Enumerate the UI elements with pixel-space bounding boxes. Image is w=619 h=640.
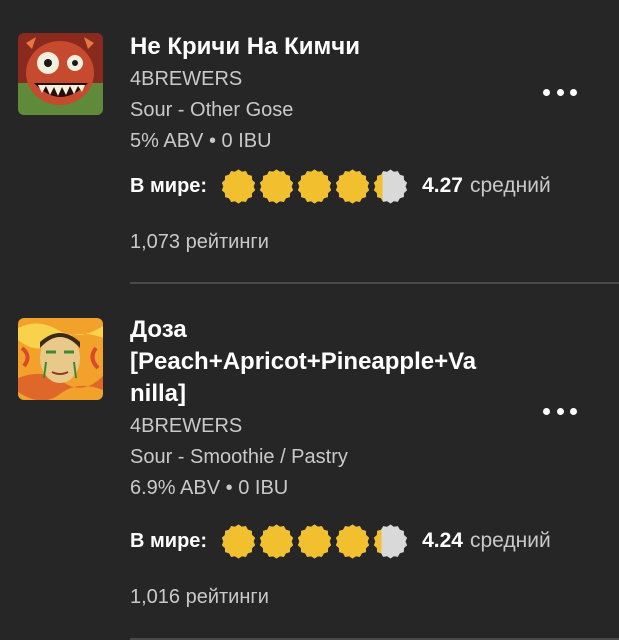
bottle-cap-icon <box>260 168 294 204</box>
ibu-value: 0 IBU <box>238 477 289 499</box>
beer-list-item[interactable]: Не Кричи На Кимчи 4BREWERS Sour - Other … <box>0 0 619 283</box>
rating-word: средний <box>469 174 551 197</box>
rating-caps <box>221 523 408 559</box>
rating-label: В мире: <box>130 529 208 552</box>
beer-name[interactable]: Не Кричи На Кимчи <box>130 31 530 63</box>
more-dots-icon[interactable] <box>543 86 577 98</box>
separator-dot: • <box>208 130 216 152</box>
global-rating: В мире: 4.27 средний <box>130 168 551 204</box>
monster-label-icon <box>18 33 103 115</box>
bottle-cap-icon <box>336 168 370 204</box>
separator-dot: • <box>225 477 233 499</box>
beer-label-thumbnail[interactable] <box>18 318 103 400</box>
brewery-name[interactable]: 4BREWERS <box>130 64 530 95</box>
bottle-cap-icon <box>222 523 256 559</box>
beer-list-item[interactable]: Доза [Peach+Apricot+Pineapple+Va nilla] … <box>0 284 619 640</box>
face-label-icon <box>18 318 103 400</box>
more-dots-icon[interactable] <box>543 405 577 417</box>
rating-score: 4.27 <box>422 174 463 197</box>
rating-label: В мире: <box>130 174 208 197</box>
bottle-cap-icon <box>298 168 332 204</box>
global-rating: В мире: 4.24 средний <box>130 523 551 559</box>
bottle-cap-icon <box>260 523 294 559</box>
ratings-count[interactable]: 1,016 рейтинги <box>130 586 269 609</box>
bottle-cap-icon <box>336 523 370 559</box>
beer-name-line-1: Доза <box>130 316 187 343</box>
ibu-value: 0 IBU <box>221 130 272 152</box>
beer-style: Sour - Other Gose <box>130 99 294 121</box>
abv-value: 5% ABV <box>130 130 204 152</box>
rating-word: средний <box>469 529 551 552</box>
rating-score: 4.24 <box>422 529 463 552</box>
bottle-cap-icon <box>374 523 408 559</box>
abv-ibu: 5% ABV • 0 IBU <box>130 126 530 157</box>
bottle-cap-icon <box>222 168 256 204</box>
abv-ibu: 6.9% ABV • 0 IBU <box>130 473 530 504</box>
bottle-cap-icon <box>374 168 408 204</box>
rating-caps <box>221 168 408 204</box>
bottle-cap-icon <box>298 523 332 559</box>
beer-name-line-3: nilla] <box>130 380 187 407</box>
beer-label-thumbnail[interactable] <box>18 33 103 115</box>
ratings-count[interactable]: 1,073 рейтинги <box>130 231 269 254</box>
beer-name[interactable]: Доза [Peach+Apricot+Pineapple+Va nilla] <box>130 314 530 410</box>
beer-style: Sour - Smoothie / Pastry <box>130 446 348 468</box>
abv-value: 6.9% ABV <box>130 477 221 499</box>
brewery-name[interactable]: 4BREWERS <box>130 411 530 442</box>
beer-name-line-2: [Peach+Apricot+Pineapple+Va <box>130 348 477 375</box>
